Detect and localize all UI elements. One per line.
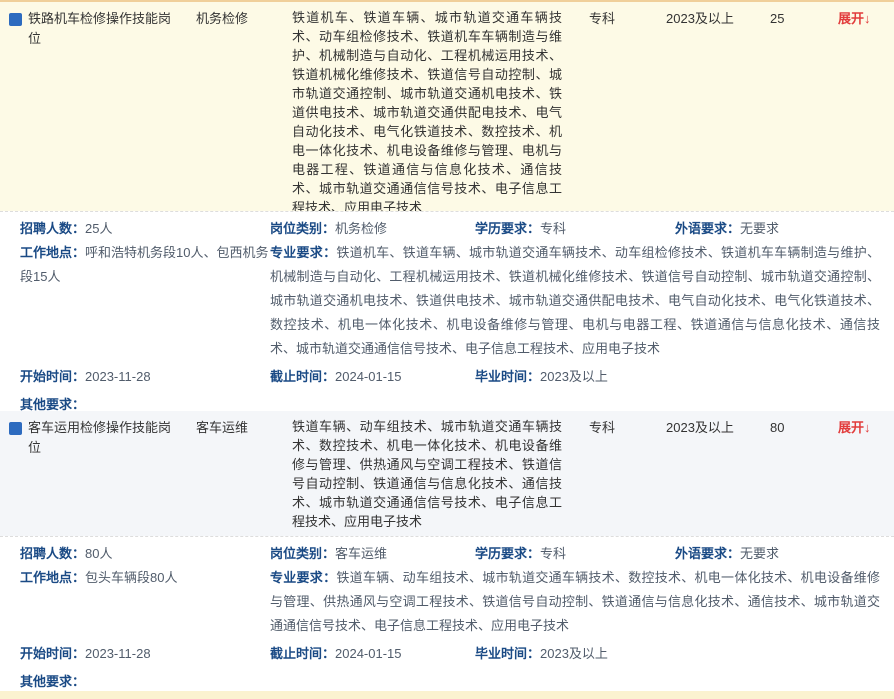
job-graduation-year: 2023及以上 (666, 418, 734, 438)
detail-row: 工作地点：包头车辆段80人 专业要求：铁道车辆、动车组技术、城市轨道交通车辆技术… (20, 566, 880, 638)
detail-row: 招聘人数：80人 岗位类别：客车运维 学历要求：专科 外语要求：无要求 (20, 542, 880, 566)
detail-row: 开始时间：2023-11-28 截止时间：2024-01-15 毕业时间：202… (20, 642, 880, 666)
other-requirements-label: 其他要求： (20, 674, 85, 689)
job-list-page: 铁路机车检修操作技能岗位 机务检修 铁道机车、铁道车辆、城市轨道交通车辆技术、动… (0, 0, 894, 699)
education-field: 学历要求：专科 (475, 217, 675, 241)
job-details-2: 招聘人数：80人 岗位类别：客车运维 学历要求：专科 外语要求：无要求 工作地点… (0, 536, 894, 691)
job-majors-summary: 铁道车辆、动车组技术、城市轨道交通车辆技术、数控技术、机电一体化技术、机电设备维… (292, 417, 562, 531)
other-requirements-field: 其他要求： (20, 393, 880, 411)
other-requirements-label: 其他要求： (20, 397, 85, 411)
next-row-strip (0, 691, 894, 699)
recruit-count-value: 80人 (85, 546, 112, 561)
work-location-field: 工作地点：呼和浩特机务段10人、包西机务段15人 (20, 241, 270, 289)
start-date-value: 2023-11-28 (85, 369, 151, 384)
category-label: 岗位类别： (270, 546, 335, 561)
graduation-time-label: 毕业时间： (475, 369, 540, 384)
category-value: 机务检修 (335, 221, 387, 236)
recruit-count-label: 招聘人数： (20, 546, 85, 561)
foreign-language-label: 外语要求： (675, 546, 740, 561)
detail-row: 工作地点：呼和浩特机务段10人、包西机务段15人 专业要求：铁道机车、铁道车辆、… (20, 241, 880, 361)
start-date-label: 开始时间： (20, 646, 85, 661)
recruit-count-field: 招聘人数：80人 (20, 542, 270, 566)
majors-required-field: 专业要求：铁道车辆、动车组技术、城市轨道交通车辆技术、数控技术、机电一体化技术、… (270, 566, 880, 638)
end-date-field: 截止时间：2024-01-15 (270, 642, 475, 666)
job-graduation-year: 2023及以上 (666, 9, 734, 29)
job-bullet-icon (9, 13, 22, 26)
education-field: 学历要求：专科 (475, 542, 675, 566)
job-headcount: 25 (770, 9, 784, 29)
foreign-language-value: 无要求 (740, 221, 779, 236)
education-label: 学历要求： (475, 546, 540, 561)
end-date-value: 2024-01-15 (335, 646, 402, 661)
work-location-label: 工作地点： (20, 245, 85, 260)
job-details-1: 招聘人数：25人 岗位类别：机务检修 学历要求：专科 外语要求：无要求 工作地点… (0, 211, 894, 411)
foreign-language-value: 无要求 (740, 546, 779, 561)
job-row-1: 铁路机车检修操作技能岗位 机务检修 铁道机车、铁道车辆、城市轨道交通车辆技术、动… (0, 2, 894, 211)
job-education: 专科 (589, 418, 615, 438)
majors-required-label: 专业要求： (270, 570, 336, 585)
majors-required-field: 专业要求：铁道机车、铁道车辆、城市轨道交通车辆技术、动车组检修技术、铁道机车车辆… (270, 241, 880, 361)
foreign-language-label: 外语要求： (675, 221, 740, 236)
job-title: 铁路机车检修操作技能岗位 (28, 9, 180, 49)
graduation-time-label: 毕业时间： (475, 646, 540, 661)
education-value: 专科 (540, 221, 566, 236)
detail-row: 开始时间：2023-11-28 截止时间：2024-01-15 毕业时间：202… (20, 365, 880, 389)
recruit-count-field: 招聘人数：25人 (20, 217, 270, 241)
category-label: 岗位类别： (270, 221, 335, 236)
start-date-field: 开始时间：2023-11-28 (20, 642, 270, 666)
job-category: 机务检修 (196, 9, 276, 29)
end-date-value: 2024-01-15 (335, 369, 402, 384)
work-location-field: 工作地点：包头车辆段80人 (20, 566, 270, 590)
graduation-time-field: 毕业时间：2023及以上 (475, 365, 880, 389)
work-location-label: 工作地点： (20, 570, 85, 585)
detail-row: 其他要求： (20, 670, 880, 691)
job-title: 客车运用检修操作技能岗位 (28, 418, 180, 458)
start-date-field: 开始时间：2023-11-28 (20, 365, 270, 389)
education-label: 学历要求： (475, 221, 540, 236)
foreign-language-field: 外语要求：无要求 (675, 542, 880, 566)
other-requirements-field: 其他要求： (20, 670, 880, 691)
graduation-time-value: 2023及以上 (540, 646, 608, 661)
recruit-count-label: 招聘人数： (20, 221, 85, 236)
graduation-time-value: 2023及以上 (540, 369, 608, 384)
category-value: 客车运维 (335, 546, 387, 561)
work-location-value: 包头车辆段80人 (85, 570, 177, 585)
category-field: 岗位类别：机务检修 (270, 217, 475, 241)
detail-row: 其他要求： (20, 393, 880, 411)
recruit-count-value: 25人 (85, 221, 112, 236)
start-date-label: 开始时间： (20, 369, 85, 384)
end-date-label: 截止时间： (270, 646, 335, 661)
detail-row: 招聘人数：25人 岗位类别：机务检修 学历要求：专科 外语要求：无要求 (20, 217, 880, 241)
graduation-time-field: 毕业时间：2023及以上 (475, 642, 880, 666)
job-education: 专科 (589, 9, 615, 29)
majors-required-value: 铁道机车、铁道车辆、城市轨道交通车辆技术、动车组检修技术、铁道机车车辆制造与维护… (270, 245, 880, 356)
end-date-field: 截止时间：2024-01-15 (270, 365, 475, 389)
majors-required-label: 专业要求： (270, 245, 336, 260)
category-field: 岗位类别：客车运维 (270, 542, 475, 566)
education-value: 专科 (540, 546, 566, 561)
job-category: 客车运维 (196, 418, 276, 438)
start-date-value: 2023-11-28 (85, 646, 151, 661)
expand-toggle-link[interactable]: 展开↓ (838, 9, 871, 29)
job-majors-summary: 铁道机车、铁道车辆、城市轨道交通车辆技术、动车组检修技术、铁道机车车辆制造与维护… (292, 8, 562, 211)
end-date-label: 截止时间： (270, 369, 335, 384)
expand-toggle-link[interactable]: 展开↓ (838, 418, 871, 438)
job-bullet-icon (9, 422, 22, 435)
foreign-language-field: 外语要求：无要求 (675, 217, 880, 241)
job-headcount: 80 (770, 418, 784, 438)
job-row-2: 客车运用检修操作技能岗位 客车运维 铁道车辆、动车组技术、城市轨道交通车辆技术、… (0, 411, 894, 536)
majors-required-value: 铁道车辆、动车组技术、城市轨道交通车辆技术、数控技术、机电一体化技术、机电设备维… (270, 570, 880, 633)
